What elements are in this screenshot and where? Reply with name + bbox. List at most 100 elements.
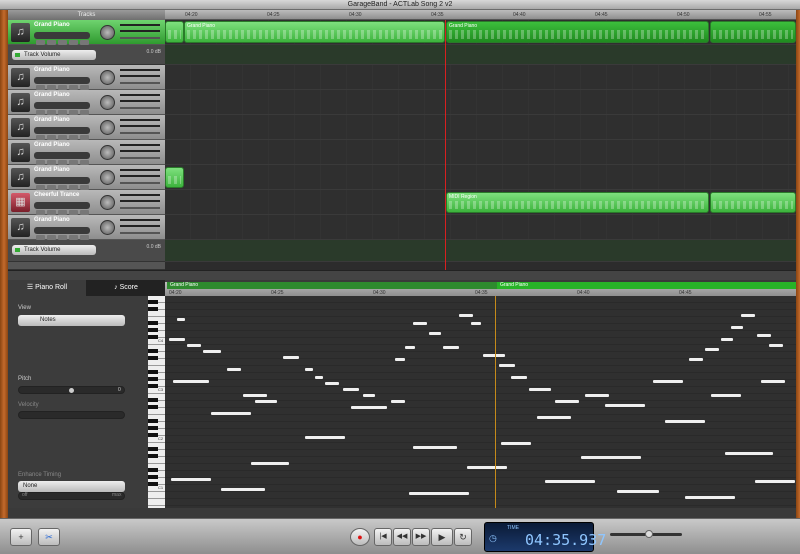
- midi-note[interactable]: [705, 348, 719, 351]
- view-dropdown[interactable]: Notes: [18, 315, 125, 326]
- midi-note[interactable]: [769, 344, 783, 347]
- midi-note[interactable]: [721, 338, 733, 341]
- fast-forward-button[interactable]: ▶▶: [412, 528, 430, 546]
- volume-slider[interactable]: [120, 82, 160, 84]
- track-header-5[interactable]: ♫ Grand Piano: [8, 140, 165, 165]
- midi-note[interactable]: [529, 388, 551, 391]
- midi-note[interactable]: [409, 492, 469, 495]
- editor-region-bar[interactable]: Grand Piano: [167, 282, 497, 289]
- timeline-ruler[interactable]: 04:20 04:25 04:30 04:35 04:40 04:45 04:5…: [165, 10, 796, 20]
- midi-note[interactable]: [689, 358, 703, 361]
- pitch-slider[interactable]: [18, 386, 125, 394]
- enhance-timing-dropdown[interactable]: None: [18, 481, 125, 492]
- midi-note[interactable]: [755, 480, 795, 483]
- volume-thumb[interactable]: [645, 530, 654, 538]
- track-buttons[interactable]: [34, 32, 90, 45]
- track-header-8[interactable]: ♫ Grand Piano: [8, 215, 165, 240]
- volume-slider[interactable]: [120, 182, 160, 184]
- playhead[interactable]: [445, 20, 446, 270]
- lcd-display[interactable]: ◷ TIME 04:35.937: [484, 522, 606, 552]
- track-lane[interactable]: [165, 140, 796, 165]
- midi-note[interactable]: [283, 356, 299, 359]
- pan-knob[interactable]: [100, 120, 115, 135]
- automation-lane[interactable]: [165, 240, 796, 262]
- piano-keyboard[interactable]: C4 C3 C2 C1: [148, 296, 165, 508]
- midi-note[interactable]: [391, 400, 405, 403]
- midi-note[interactable]: [581, 456, 641, 459]
- track-buttons[interactable]: [34, 227, 90, 240]
- midi-note[interactable]: [443, 346, 459, 349]
- pan-knob[interactable]: [100, 95, 115, 110]
- track-buttons[interactable]: [34, 127, 90, 140]
- volume-slider[interactable]: [120, 107, 160, 109]
- midi-note[interactable]: [483, 354, 505, 357]
- play-button[interactable]: ▶: [431, 528, 453, 546]
- midi-note[interactable]: [459, 314, 473, 317]
- track-header-7[interactable]: ▦ Cheerful Trance: [8, 190, 165, 215]
- midi-region-grand-piano[interactable]: Grand Piano: [184, 21, 445, 43]
- volume-slider[interactable]: [120, 232, 160, 234]
- track-header-4[interactable]: ♫ Grand Piano: [8, 115, 165, 140]
- track-lane[interactable]: [165, 65, 796, 90]
- midi-note[interactable]: [395, 358, 405, 361]
- midi-region[interactable]: [165, 21, 184, 43]
- volume-slider[interactable]: [120, 157, 160, 159]
- midi-note[interactable]: [413, 322, 427, 325]
- track-header-3[interactable]: ♫ Grand Piano: [8, 90, 165, 115]
- midi-note[interactable]: [351, 406, 387, 409]
- midi-note[interactable]: [617, 490, 659, 493]
- pan-knob[interactable]: [100, 220, 115, 235]
- midi-note[interactable]: [471, 322, 481, 325]
- track-header-6[interactable]: ♫ Grand Piano: [8, 165, 165, 190]
- midi-note[interactable]: [685, 496, 735, 499]
- midi-note[interactable]: [757, 334, 771, 337]
- rewind-button[interactable]: ◀◀: [393, 528, 411, 546]
- midi-note[interactable]: [711, 394, 741, 397]
- midi-note[interactable]: [429, 332, 441, 335]
- pan-knob[interactable]: [100, 25, 115, 40]
- midi-note[interactable]: [177, 318, 185, 321]
- volume-slider[interactable]: [120, 207, 160, 209]
- automation-dropdown[interactable]: Track Volume: [12, 245, 96, 255]
- volume-slider[interactable]: [120, 132, 160, 134]
- midi-note[interactable]: [173, 380, 209, 383]
- pan-knob[interactable]: [100, 170, 115, 185]
- track-buttons[interactable]: [34, 152, 90, 165]
- midi-note[interactable]: [251, 462, 289, 465]
- pan-knob[interactable]: [100, 195, 115, 210]
- track-lane[interactable]: [165, 115, 796, 140]
- midi-note[interactable]: [665, 420, 705, 423]
- midi-region[interactable]: [165, 167, 184, 188]
- midi-note[interactable]: [221, 488, 265, 491]
- midi-note[interactable]: [555, 400, 579, 403]
- tab-score[interactable]: ♪ Score: [87, 280, 165, 296]
- midi-note[interactable]: [227, 368, 241, 371]
- automation-dropdown[interactable]: Track Volume: [12, 50, 96, 60]
- midi-note[interactable]: [169, 338, 185, 341]
- midi-note[interactable]: [467, 466, 507, 469]
- pan-knob[interactable]: [100, 145, 115, 160]
- midi-note[interactable]: [413, 446, 457, 449]
- midi-note[interactable]: [585, 394, 609, 397]
- midi-region-grand-piano-selected[interactable]: Grand Piano: [446, 21, 709, 43]
- midi-region[interactable]: [710, 192, 796, 213]
- midi-note[interactable]: [171, 478, 211, 481]
- add-track-button[interactable]: +: [10, 528, 32, 546]
- editor-region-bar[interactable]: Grand Piano: [497, 282, 796, 289]
- track-header-2[interactable]: ♫ Grand Piano: [8, 65, 165, 90]
- volume-slider[interactable]: [120, 37, 160, 39]
- editor-ruler[interactable]: Grand Piano Grand Piano 04:20 04:25 04:3…: [165, 282, 796, 296]
- midi-note[interactable]: [731, 326, 743, 329]
- midi-note[interactable]: [203, 350, 221, 353]
- midi-note[interactable]: [741, 314, 755, 317]
- master-volume-slider[interactable]: [610, 530, 682, 538]
- midi-note[interactable]: [653, 380, 683, 383]
- midi-note[interactable]: [305, 436, 345, 439]
- record-button[interactable]: ●: [350, 528, 370, 546]
- midi-note[interactable]: [545, 480, 595, 483]
- automation-lane[interactable]: [165, 45, 796, 65]
- track-lane[interactable]: [165, 215, 796, 240]
- midi-note[interactable]: [511, 376, 527, 379]
- midi-note[interactable]: [725, 452, 773, 455]
- track-lane[interactable]: [165, 90, 796, 115]
